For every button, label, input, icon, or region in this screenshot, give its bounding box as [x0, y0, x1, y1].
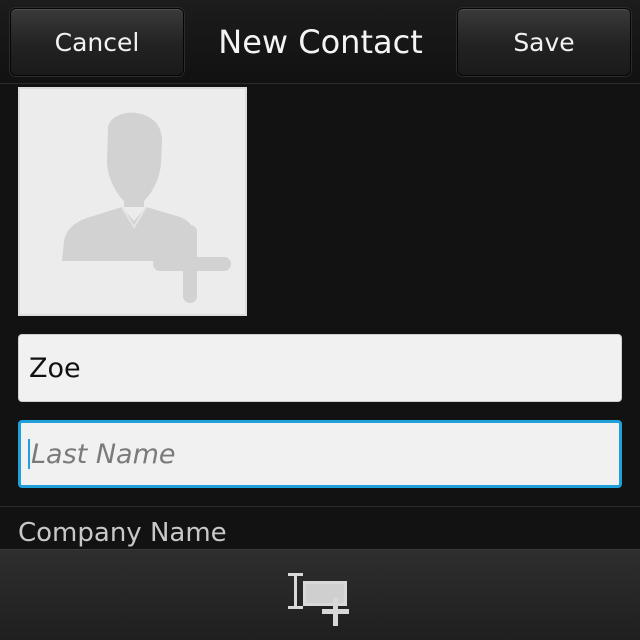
first-name-field[interactable]: Zoe — [18, 334, 622, 402]
first-name-value: Zoe — [29, 352, 81, 384]
page-title: New Contact — [218, 23, 423, 61]
last-name-placeholder: Last Name — [31, 438, 176, 470]
title-bar: Cancel New Contact Save — [0, 0, 640, 84]
divider — [0, 506, 640, 507]
add-field-button[interactable] — [285, 568, 357, 632]
last-name-field[interactable]: Last Name — [18, 420, 622, 488]
contact-photo-button[interactable] — [18, 87, 247, 316]
new-contact-screen: Cancel New Contact Save Zoe Last Name Co… — [0, 0, 640, 640]
cancel-button[interactable]: Cancel — [10, 8, 184, 76]
company-name-field[interactable]: Company Name — [18, 518, 227, 548]
save-button[interactable]: Save — [457, 8, 631, 76]
add-field-icon — [288, 573, 349, 626]
action-bar — [0, 549, 640, 640]
add-person-photo-icon — [62, 112, 231, 303]
text-cursor — [28, 439, 30, 469]
